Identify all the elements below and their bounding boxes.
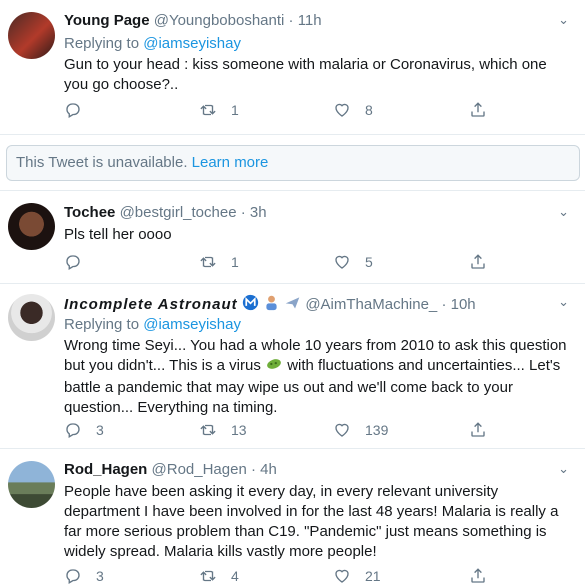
tweet-young-page[interactable]: Young Page @Youngboboshanti · 11h ⌄ Repl… (0, 0, 585, 135)
chevron-down-icon[interactable]: ⌄ (558, 204, 569, 220)
tweet-unavailable-notice: This Tweet is unavailable. Learn more (6, 145, 580, 181)
share-icon (471, 422, 485, 437)
retweet-button[interactable]: 1 (199, 101, 239, 119)
retweet-button[interactable]: 13 (199, 421, 247, 439)
separator-dot: · (288, 12, 294, 29)
reply-button[interactable]: 3 (64, 421, 104, 439)
share-button[interactable] (469, 253, 501, 271)
like-button[interactable]: 8 (333, 101, 373, 119)
avatar[interactable] (8, 461, 55, 508)
replying-to-handle[interactable]: @iamseyishay (143, 316, 241, 333)
replying-to-label: Replying to (64, 316, 140, 333)
replying-to-handle[interactable]: @iamseyishay (143, 35, 241, 52)
like-button[interactable]: 21 (333, 567, 381, 585)
display-name[interactable]: Young Page (64, 12, 150, 29)
separator-dot: · (240, 204, 246, 221)
airplane-emoji-icon (284, 294, 301, 315)
reply-icon (66, 569, 80, 584)
tweet-text: People have been asking it every day, in… (64, 483, 559, 560)
tweet-actions: 3 4 21 (64, 567, 494, 587)
like-icon (335, 103, 349, 117)
replying-to: Replying to @iamseyishay (64, 35, 241, 52)
avatar[interactable] (8, 203, 55, 250)
person-emoji-icon (263, 294, 280, 315)
user-handle[interactable]: @AimThaMachine_ (305, 296, 437, 313)
retweet-button[interactable]: 1 (199, 253, 239, 271)
reply-icon (66, 423, 80, 438)
timestamp[interactable]: 11h (298, 12, 322, 29)
like-count: 8 (365, 102, 373, 118)
tweet-text: Gun to your head : kiss someone with mal… (64, 56, 547, 93)
tweet-incomplete-astronaut[interactable]: Incomplete Astronaut @AimThaMachine_ · 1… (0, 284, 585, 449)
chevron-down-icon[interactable]: ⌄ (558, 461, 569, 477)
timestamp[interactable]: 3h (250, 204, 267, 221)
tweet-text: Wrong time Seyi... You had a whole 10 ye… (64, 336, 573, 418)
share-button[interactable] (469, 567, 501, 585)
timestamp[interactable]: 4h (260, 461, 277, 478)
avatar[interactable] (8, 294, 55, 341)
reply-count: 3 (96, 422, 104, 438)
retweet-icon (200, 104, 216, 116)
replying-to-label: Replying to (64, 35, 140, 52)
retweet-count: 4 (231, 568, 239, 584)
tweet-text: Pls tell her oooo (64, 226, 172, 243)
like-icon (335, 423, 349, 437)
like-count: 21 (365, 568, 381, 584)
like-icon (335, 255, 349, 269)
chevron-down-icon[interactable]: ⌄ (558, 294, 569, 310)
share-icon (471, 102, 485, 117)
like-count: 139 (365, 422, 389, 438)
like-icon (335, 569, 349, 583)
like-button[interactable]: 5 (333, 253, 373, 271)
tweet-actions: 1 5 (64, 253, 494, 273)
chevron-down-icon[interactable]: ⌄ (558, 12, 569, 28)
reply-button[interactable] (64, 253, 96, 271)
display-name[interactable]: Rod_Hagen (64, 461, 147, 478)
learn-more-link[interactable]: Learn more (192, 154, 269, 171)
retweet-count: 13 (231, 422, 247, 438)
retweet-count: 1 (231, 254, 239, 270)
share-icon (471, 568, 485, 583)
display-name[interactable]: Incomplete Astronaut (64, 296, 238, 313)
retweet-icon (200, 256, 216, 268)
reply-count: 3 (96, 568, 104, 584)
timestamp[interactable]: 10h (451, 296, 476, 313)
retweet-button[interactable]: 4 (199, 567, 239, 585)
retweet-icon (200, 424, 216, 436)
share-icon (471, 254, 485, 269)
separator-dot: · (441, 296, 447, 313)
separator-dot: · (250, 461, 256, 478)
retweet-count: 1 (231, 102, 239, 118)
tweet-actions: 1 8 (64, 101, 494, 121)
retweet-icon (200, 570, 216, 582)
share-button[interactable] (469, 421, 501, 439)
tweet-rod-hagen[interactable]: Rod_Hagen @Rod_Hagen · 4h ⌄ People have … (0, 449, 585, 584)
user-handle[interactable]: @bestgirl_tochee (120, 204, 237, 221)
user-handle[interactable]: @Youngboboshanti (154, 12, 285, 29)
reply-button[interactable] (64, 101, 96, 119)
replying-to: Replying to @iamseyishay (64, 316, 241, 333)
share-button[interactable] (469, 101, 501, 119)
user-handle[interactable]: @Rod_Hagen (152, 461, 247, 478)
reply-icon (66, 255, 80, 270)
tweet-actions: 3 13 139 (64, 421, 494, 441)
display-name[interactable]: Tochee (64, 204, 115, 221)
reply-button[interactable]: 3 (64, 567, 104, 585)
like-button[interactable]: 139 (333, 421, 388, 439)
unavailable-text: This Tweet is unavailable. (16, 154, 188, 171)
metro-m-icon (242, 294, 259, 315)
avatar[interactable] (8, 12, 55, 59)
microbe-emoji-icon (265, 356, 283, 378)
reply-icon (66, 103, 80, 118)
tweet-tochee[interactable]: Tochee @bestgirl_tochee · 3h ⌄ Pls tell … (0, 191, 585, 284)
like-count: 5 (365, 254, 373, 270)
